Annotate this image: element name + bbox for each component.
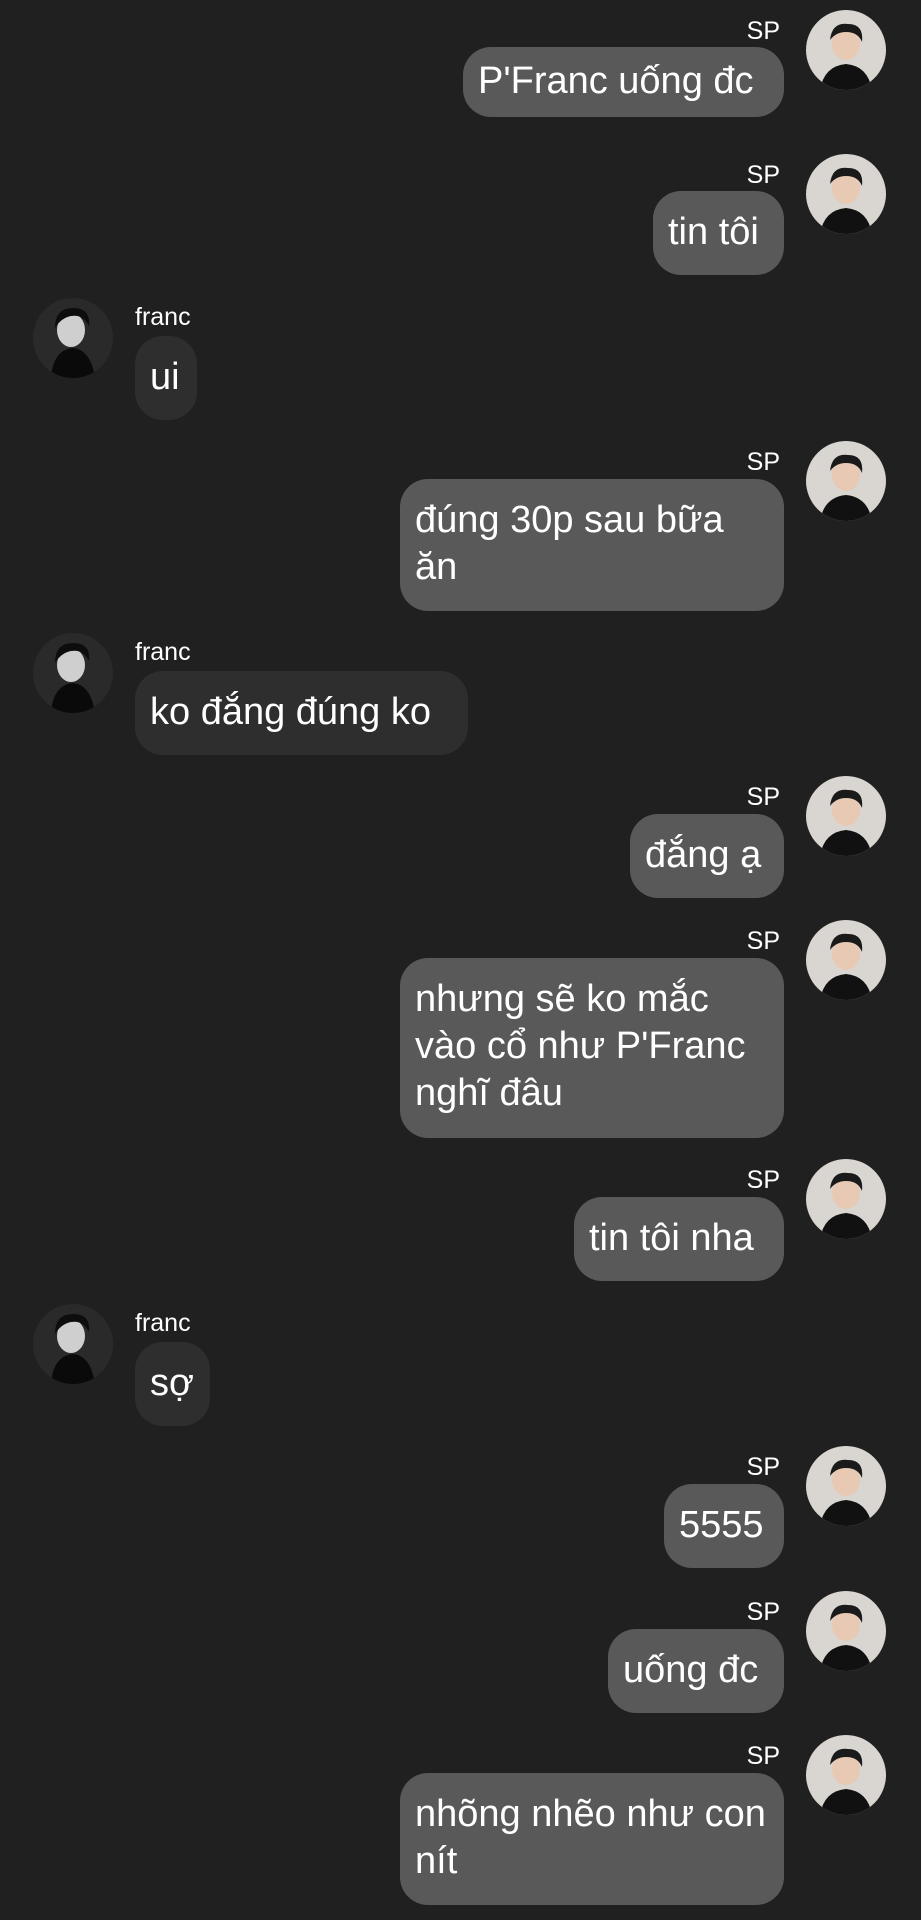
message-text: đúng 30p sau bữa ăn (415, 499, 724, 588)
message-bubble[interactable]: 5555 (664, 1484, 784, 1568)
message-text: ko đắng đúng ko (150, 691, 432, 733)
sender-name: SP (746, 448, 780, 476)
message-text: nhõng nhẽo như con nít (415, 1793, 766, 1882)
avatar-sp[interactable] (806, 776, 886, 856)
message-row: franc ko đắng đúng ko (0, 633, 921, 755)
avatar-sp[interactable] (806, 1159, 886, 1239)
message-bubble[interactable]: đúng 30p sau bữa ăn (400, 479, 784, 611)
avatar-franc-photo (33, 298, 113, 378)
avatar-sp[interactable] (806, 441, 886, 521)
sender-name: SP (746, 1453, 780, 1481)
message-text: 5555 (679, 1504, 764, 1546)
message-row: SP nhưng sẽ ko mắc vào cổ như P'Franc ng… (0, 920, 921, 1140)
message-bubble[interactable]: sợ (135, 1342, 210, 1426)
avatar-sp-photo (806, 1159, 886, 1239)
avatar-sp[interactable] (806, 920, 886, 1000)
avatar-franc-photo (33, 633, 113, 713)
message-row: SP đúng 30p sau bữa ăn (0, 441, 921, 611)
avatar-sp[interactable] (806, 10, 886, 90)
message-row: SP nhõng nhẽo như con nít (0, 1735, 921, 1905)
message-bubble[interactable]: nhõng nhẽo như con nít (400, 1773, 784, 1905)
message-text: nhưng sẽ ko mắc vào cổ như P'Franc nghĩ … (415, 978, 746, 1114)
avatar-sp[interactable] (806, 1591, 886, 1671)
avatar-sp-photo (806, 776, 886, 856)
message-row: SP P'Franc uống đc (0, 10, 921, 117)
sender-name: SP (746, 17, 780, 45)
avatar-sp-photo (806, 1591, 886, 1671)
avatar-sp[interactable] (806, 1735, 886, 1815)
avatar-franc[interactable] (33, 298, 113, 378)
message-bubble[interactable]: tin tôi nha (574, 1197, 784, 1281)
avatar-sp-photo (806, 920, 886, 1000)
message-text: ui (150, 356, 180, 398)
message-row: SP 5555 (0, 1446, 921, 1576)
avatar-sp-photo (806, 1446, 886, 1526)
message-text: tin tôi nha (589, 1217, 754, 1259)
avatar-sp[interactable] (806, 1446, 886, 1526)
avatar-franc[interactable] (33, 633, 113, 713)
message-text: uống đc (623, 1649, 759, 1691)
message-text: sợ (150, 1362, 194, 1404)
avatar-sp-photo (806, 1735, 886, 1815)
message-bubble[interactable]: nhưng sẽ ko mắc vào cổ như P'Franc nghĩ … (400, 958, 784, 1138)
message-bubble[interactable]: ui (135, 336, 197, 420)
message-row: SP tin tôi nha (0, 1159, 921, 1289)
message-row: franc sợ (0, 1304, 921, 1434)
sender-name: franc (135, 638, 191, 666)
message-bubble[interactable]: tin tôi (653, 191, 784, 275)
message-text: tin tôi (668, 211, 759, 253)
message-bubble[interactable]: ko đắng đúng ko (135, 671, 468, 755)
message-bubble[interactable]: P'Franc uống đc (463, 47, 784, 117)
message-row: SP uống đc (0, 1591, 921, 1721)
avatar-sp[interactable] (806, 154, 886, 234)
avatar-sp-photo (806, 154, 886, 234)
sender-name: SP (746, 1742, 780, 1770)
avatar-sp-photo (806, 10, 886, 90)
message-bubble[interactable]: uống đc (608, 1629, 784, 1713)
sender-name: SP (746, 927, 780, 955)
sender-name: SP (746, 1598, 780, 1626)
message-row: franc ui (0, 298, 921, 420)
avatar-franc[interactable] (33, 1304, 113, 1384)
message-bubble[interactable]: đắng ạ (630, 814, 784, 898)
sender-name: franc (135, 303, 191, 331)
message-text: P'Franc uống đc (478, 60, 754, 102)
message-row: SP đắng ạ (0, 776, 921, 906)
sender-name: SP (746, 161, 780, 189)
avatar-franc-photo (33, 1304, 113, 1384)
sender-name: SP (746, 783, 780, 811)
message-text: đắng ạ (645, 834, 762, 876)
sender-name: franc (135, 1309, 191, 1337)
sender-name: SP (746, 1166, 780, 1194)
avatar-sp-photo (806, 441, 886, 521)
message-row: SP tin tôi (0, 154, 921, 275)
